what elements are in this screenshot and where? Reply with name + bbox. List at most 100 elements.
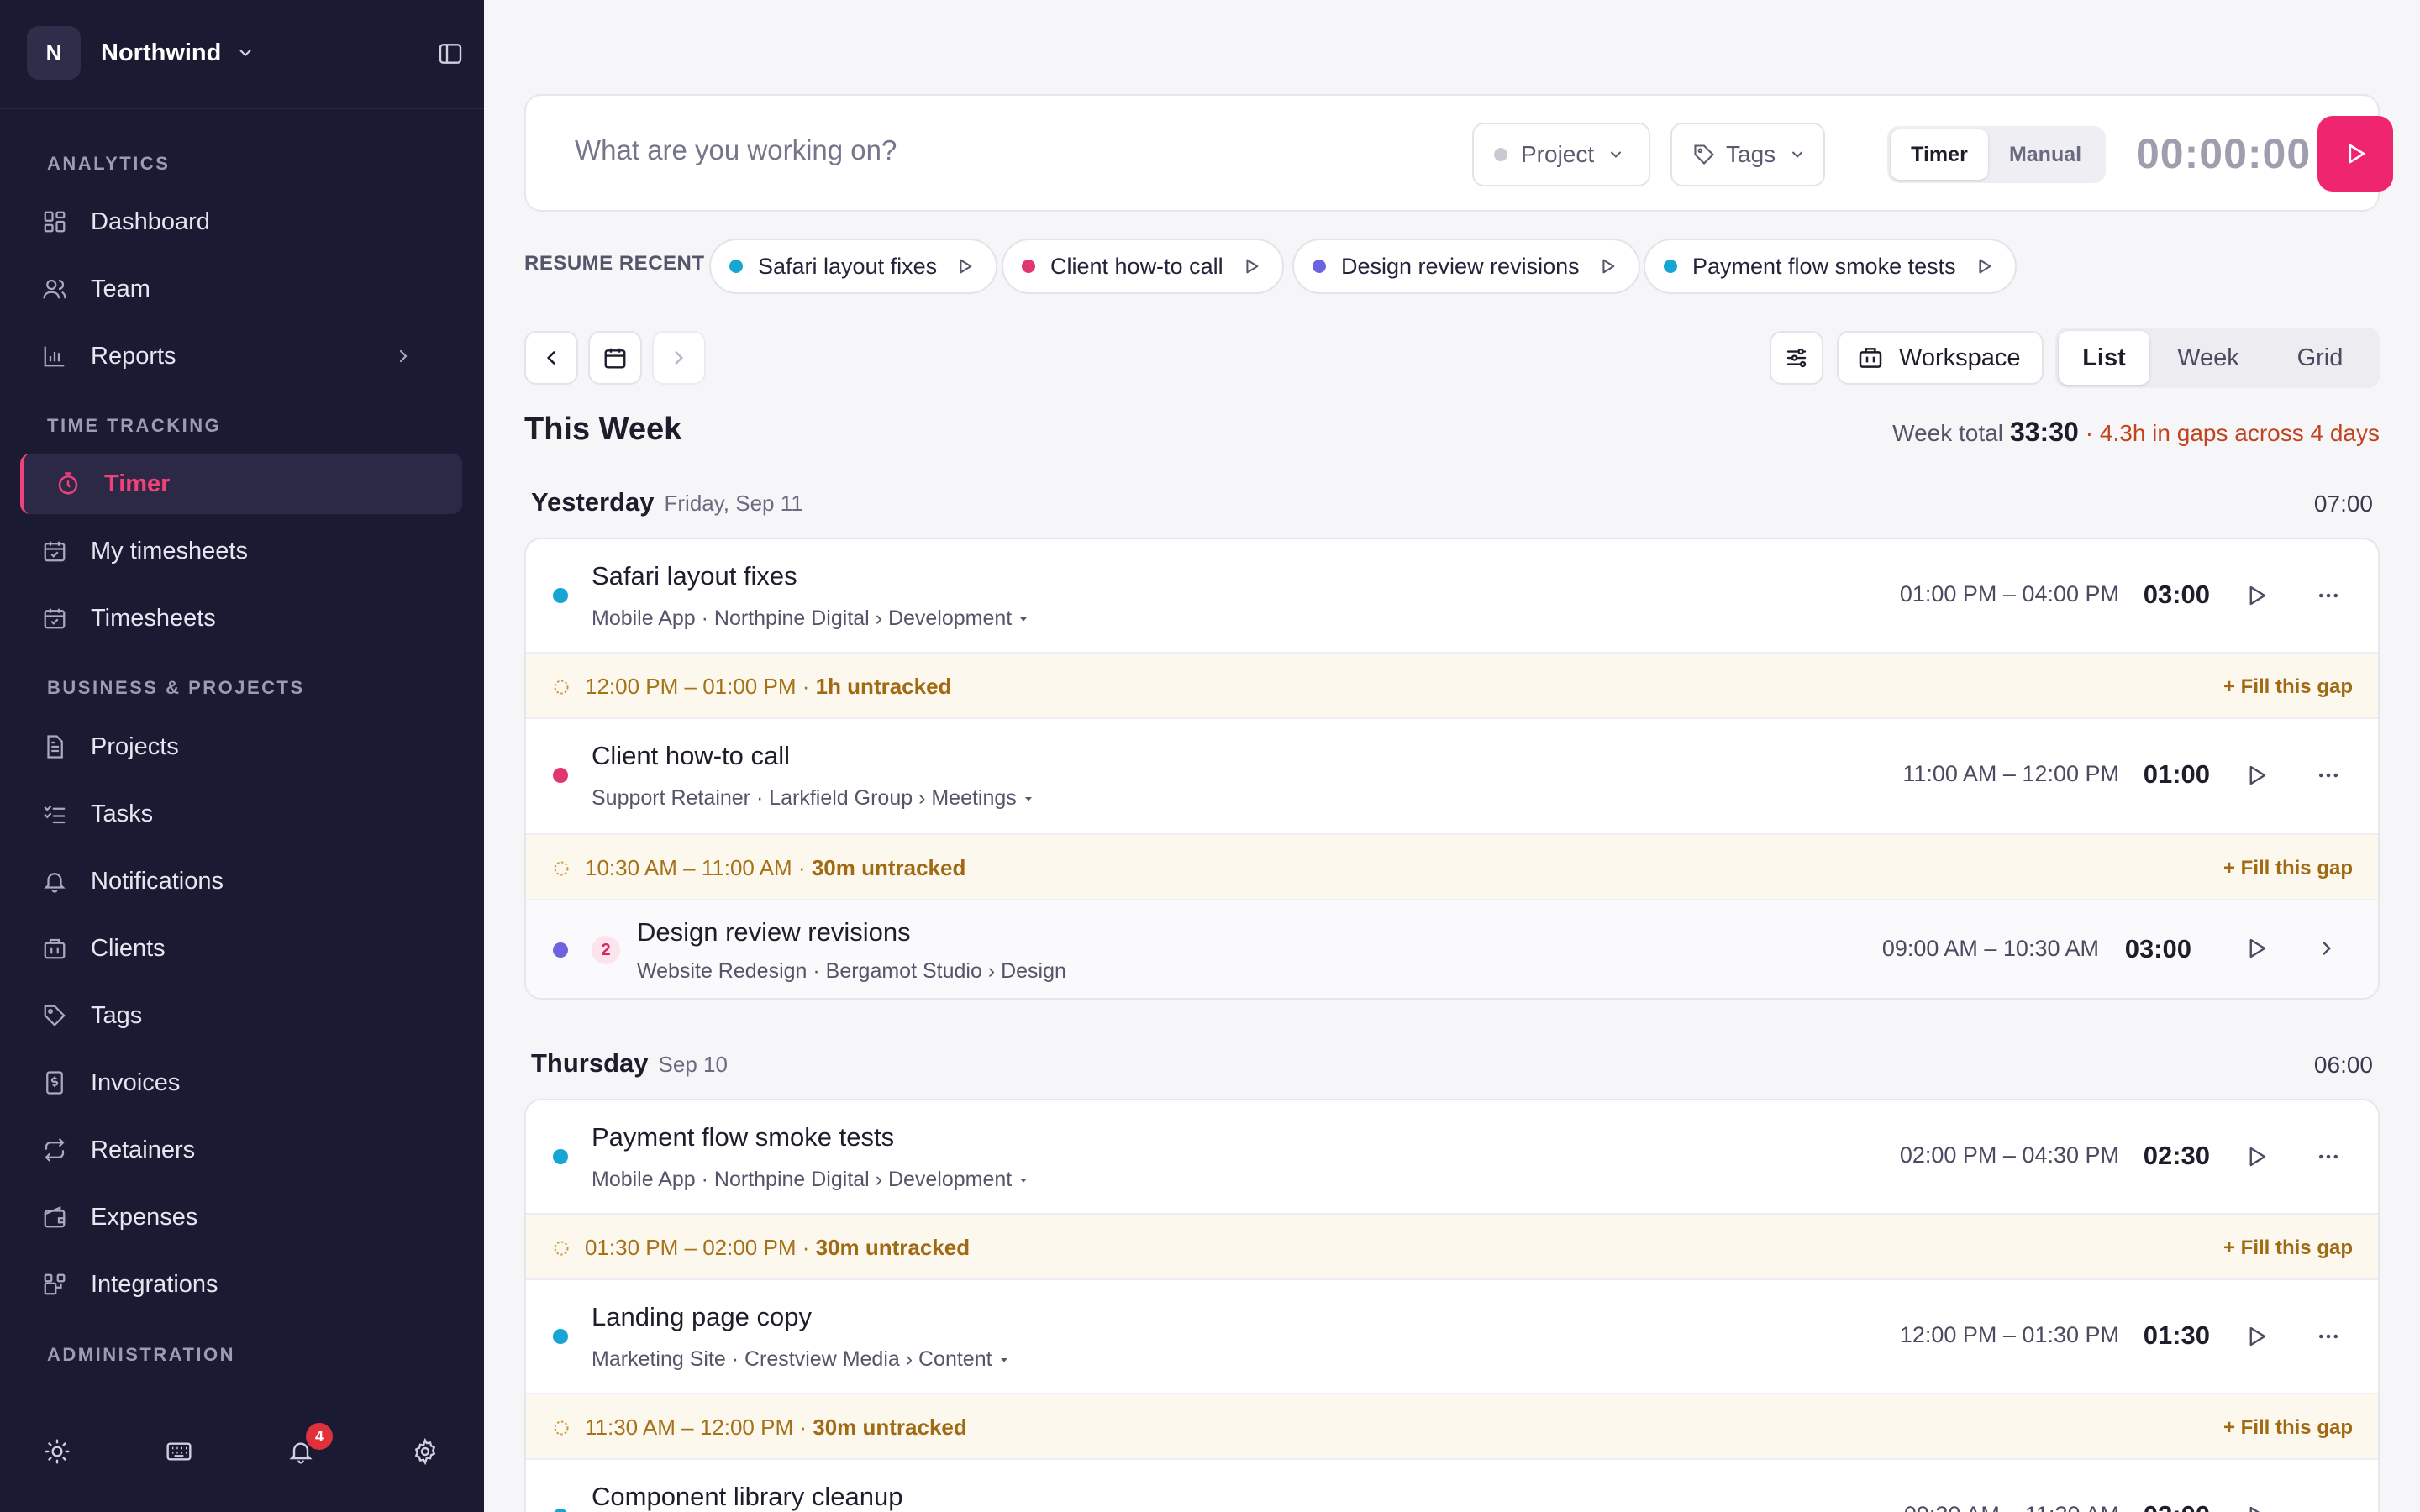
fill-gap-button[interactable]: + Fill this gap [2223,1236,2353,1260]
more-icon[interactable] [2316,1144,2341,1169]
workspace-button[interactable]: Workspace [1837,331,2044,385]
gap-amount: 30m untracked [811,855,966,880]
play-icon[interactable] [2244,1324,2269,1349]
recent-chip[interactable]: Client how-to call [1002,239,1284,294]
sidebar-item-projects[interactable]: Projects [20,717,462,777]
bar-chart-icon [42,344,91,369]
entry-time-range[interactable]: 09:30 AM – 11:30 AM [1904,1502,2119,1512]
play-icon[interactable] [2244,1144,2269,1169]
sidebar-item-invoices[interactable]: Invoices [20,1053,462,1113]
main-content: What are you working on? Project Tags Ti… [484,0,2420,1512]
sidebar-item-label: Timesheets [91,604,216,632]
sidebar-item-expenses[interactable]: Expenses [20,1187,462,1247]
start-timer-button[interactable] [2317,116,2393,192]
entry-duration[interactable]: 02:30 [2144,1141,2210,1171]
sidebar-item-label: Notifications [91,867,224,895]
description-input[interactable]: What are you working on? [575,134,897,166]
more-icon[interactable] [2316,583,2341,608]
sidebar-item-integrations[interactable]: Integrations [20,1254,462,1315]
sidebar-item-team[interactable]: Team [20,259,462,319]
sidebar-item-timesheets[interactable]: Timesheets [20,588,462,648]
time-entry-row[interactable]: Landing page copy Marketing Site · Crest… [526,1280,2378,1394]
entry-meta[interactable]: Marketing Site · Crestview Media › Conte… [592,1347,1011,1372]
calendar-button[interactable] [588,331,642,385]
entry-duration[interactable]: 01:30 [2144,1320,2210,1351]
bell-icon[interactable]: 4 [287,1423,333,1465]
entry-time-range[interactable]: 11:00 AM – 12:00 PM [1902,761,2119,787]
entry-meta-text: Support Retainer · Larkfield Group › Mee… [592,786,1017,810]
entry-meta[interactable]: Mobile App · Northpine Digital › Develop… [592,606,1030,631]
play-icon [1242,257,1260,276]
entry-duration[interactable]: 01:00 [2144,759,2210,790]
chevron-right-icon[interactable] [2316,937,2338,959]
play-icon[interactable] [2244,1504,2269,1512]
section-business-projects: BUSINESS & PROJECTS [47,677,305,698]
sidebar-item-dashboard[interactable]: Dashboard [20,192,462,252]
sidebar-item-my-timesheets[interactable]: My timesheets [20,521,462,581]
sun-icon[interactable] [44,1438,71,1465]
play-icon[interactable] [2244,936,2269,961]
recent-chip-label: Design review revisions [1341,253,1580,279]
mode-manual-button[interactable]: Manual [1988,129,2102,180]
view-week-button[interactable]: Week [2149,331,2267,385]
week-total-label: Week total [1892,420,2003,446]
sidebar-divider [0,108,484,109]
project-dot [553,768,568,783]
gap-row: 10:30 AM – 11:00 AM · 30m untracked + Fi… [526,835,2378,900]
project-dot [729,260,743,273]
sidebar-item-label: Tags [91,1001,143,1029]
entry-meta[interactable]: Support Retainer · Larkfield Group › Mee… [592,786,1035,811]
project-select[interactable]: Project [1472,123,1650,186]
entry-meta[interactable]: Mobile App · Northpine Digital › Develop… [592,1168,1030,1192]
sidebar-item-clients[interactable]: Clients [20,918,462,979]
caret-down-icon [1017,792,1035,806]
entry-duration[interactable]: 03:00 [2144,580,2210,610]
fill-gap-button[interactable]: + Fill this gap [2223,857,2353,880]
fill-gap-button[interactable]: + Fill this gap [2223,1416,2353,1440]
tags-select[interactable]: Tags [1670,123,1825,186]
notification-badge: 4 [306,1423,333,1450]
sidebar-collapse-icon[interactable] [437,40,464,67]
entry-duration[interactable]: 02:00 [2144,1500,2210,1512]
sidebar-item-tasks[interactable]: Tasks [20,784,462,844]
play-icon[interactable] [2244,583,2269,608]
entry-time-range[interactable]: 12:00 PM – 01:30 PM [1900,1322,2119,1348]
play-icon [2343,141,2368,166]
recent-chip-label: Client how-to call [1050,253,1223,279]
sidebar-item-retainers[interactable]: Retainers [20,1120,462,1180]
recent-chip[interactable]: Safari layout fixes [709,239,998,294]
view-list-button[interactable]: List [2059,331,2149,385]
time-entry-row[interactable]: Payment flow smoke tests Mobile App · No… [526,1100,2378,1215]
more-icon[interactable] [2316,763,2341,788]
caret-down-icon [992,1353,1011,1367]
entry-meta-text: Marketing Site · Crestview Media › Conte… [592,1347,992,1371]
more-icon[interactable] [2316,1324,2341,1349]
filter-button[interactable] [1770,331,1823,385]
dashed-circle-icon [553,860,570,877]
sidebar-item-reports[interactable]: Reports [20,326,462,386]
time-entry-row[interactable]: Client how-to call Support Retainer · La… [526,719,2378,835]
gear-icon[interactable] [412,1438,439,1465]
workspace-switcher[interactable]: N Northwind [27,25,464,81]
keyboard-icon[interactable] [165,1438,193,1465]
workspace-name: Northwind [101,39,222,66]
fill-gap-button[interactable]: + Fill this gap [2223,675,2353,699]
day-name: Thursday [531,1048,649,1078]
entry-time-range[interactable]: 01:00 PM – 04:00 PM [1900,581,2119,607]
tag-icon [1692,143,1716,166]
entry-time-range[interactable]: 02:00 PM – 04:30 PM [1900,1142,2119,1168]
prev-week-button[interactable] [524,331,578,385]
entry-time-range: 09:00 AM – 10:30 AM [1881,936,2099,961]
next-week-button[interactable] [652,331,706,385]
sidebar-item-notifications[interactable]: Notifications [20,851,462,911]
recent-chip[interactable]: Design review revisions [1292,239,1640,294]
recent-chip[interactable]: Payment flow smoke tests [1644,239,2017,294]
sidebar-item-tags[interactable]: Tags [20,985,462,1046]
view-grid-button[interactable]: Grid [2267,331,2373,385]
sidebar-item-timer[interactable]: Timer [20,454,462,514]
time-entry-row[interactable]: Component library cleanup 09:30 AM – 11:… [526,1460,2378,1512]
time-entry-row[interactable]: Safari layout fixes Mobile App · Northpi… [526,539,2378,654]
play-icon[interactable] [2244,763,2269,788]
mode-timer-button[interactable]: Timer [1891,129,1988,180]
grouped-entry-row[interactable]: 2 Design review revisions Website Redesi… [526,900,2378,998]
